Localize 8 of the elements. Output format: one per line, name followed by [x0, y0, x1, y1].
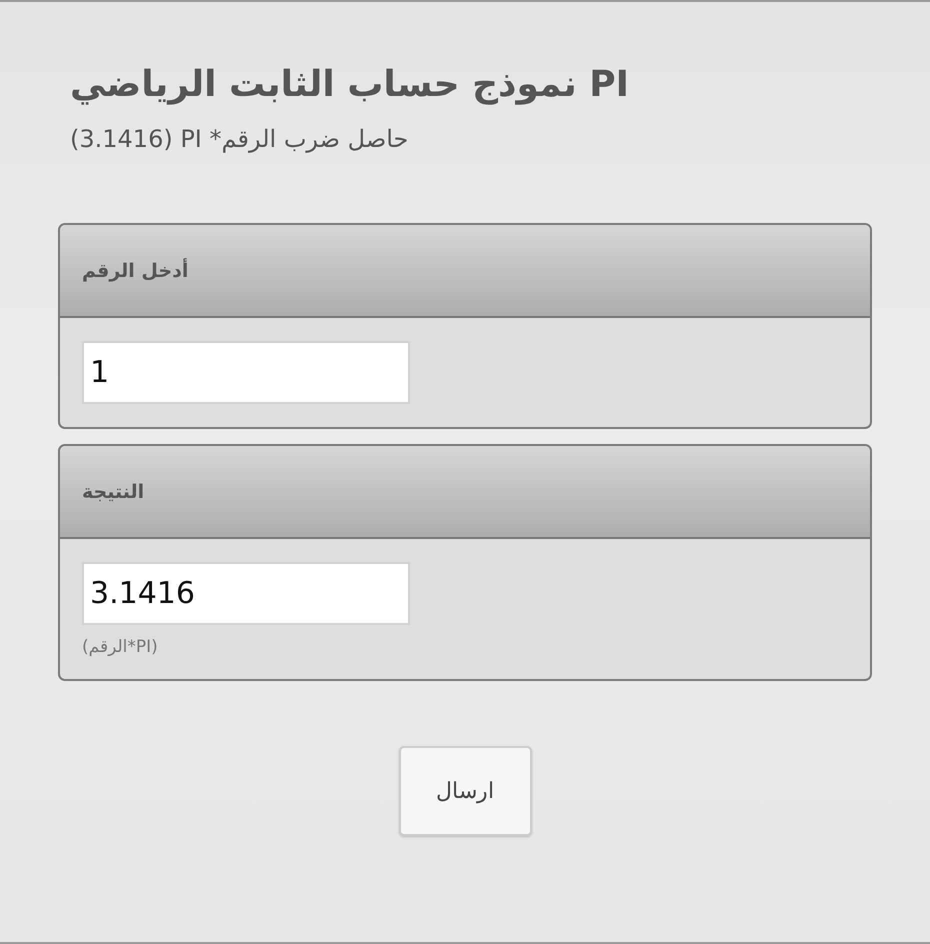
panel-heading: أدخل الرقم: [82, 260, 188, 282]
submit-button[interactable]: ارسال: [398, 746, 532, 836]
panel-heading: النتيجة: [82, 480, 144, 502]
input-field[interactable]: 1: [82, 341, 410, 404]
field-hint: (الرقم*PI): [82, 637, 159, 657]
form-description: (3.1416) PI *حاصل ضرب الرقم: [70, 125, 410, 153]
input-field[interactable]: 3.1416: [82, 562, 410, 625]
form-title: نموذج حساب الثابت الرياضي PI: [70, 64, 630, 105]
